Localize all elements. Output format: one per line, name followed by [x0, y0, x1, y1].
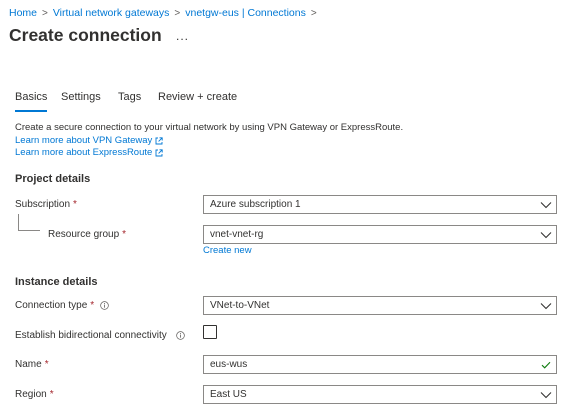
info-icon[interactable] [100, 301, 109, 310]
resource-group-label-text: Resource group [48, 229, 120, 240]
chevron-down-icon [540, 231, 552, 238]
required-marker: * [49, 389, 54, 400]
resource-group-label: Resource group * [48, 229, 126, 240]
breadcrumb-separator: > [174, 7, 181, 19]
tab-tags[interactable]: Tags [118, 90, 141, 112]
project-details-heading: Project details [15, 173, 91, 185]
name-value: eus-wus [210, 359, 248, 370]
connection-type-value: VNet-to-VNet [210, 300, 270, 311]
region-label: Region * [15, 389, 54, 400]
name-label-text: Name [15, 359, 42, 370]
tab-basics[interactable]: Basics [15, 90, 48, 112]
breadcrumb: Home > Virtual network gateways > vnetgw… [9, 5, 322, 21]
more-options-button[interactable]: ... [176, 29, 189, 43]
breadcrumb-separator: > [310, 7, 317, 19]
info-icon[interactable] [176, 331, 185, 340]
name-input[interactable]: eus-wus [203, 355, 557, 374]
resource-group-select[interactable]: vnet-vnet-rg [203, 225, 557, 244]
breadcrumb-virtual-network-gateways[interactable]: Virtual network gateways [53, 7, 170, 19]
learn-more-vpn-gateway-link[interactable]: Learn more about VPN Gateway [15, 135, 163, 146]
subscription-label-text: Subscription [15, 199, 71, 210]
learn-more-expressroute-label: Learn more about ExpressRoute [15, 147, 153, 158]
breadcrumb-home[interactable]: Home [9, 7, 37, 19]
create-new-resource-group-link[interactable]: Create new [203, 245, 252, 256]
bidirectional-connectivity-label: Establish bidirectional connectivity [15, 330, 185, 341]
required-marker: * [90, 300, 95, 311]
region-select[interactable]: East US [203, 385, 557, 404]
required-marker: * [73, 199, 77, 210]
tab-settings[interactable]: Settings [61, 90, 101, 112]
subscription-label: Subscription * [15, 199, 77, 210]
bidirectional-connectivity-checkbox[interactable] [203, 325, 217, 339]
region-value: East US [210, 389, 247, 400]
instance-details-heading: Instance details [15, 276, 98, 288]
breadcrumb-separator: > [42, 7, 48, 19]
connection-type-select[interactable]: VNet-to-VNet [203, 296, 557, 315]
required-marker: * [122, 229, 127, 240]
tree-connector-line [18, 214, 40, 231]
chevron-down-icon [540, 391, 552, 398]
page-title: Create connection [9, 25, 162, 45]
required-marker: * [44, 359, 49, 370]
tab-review-create[interactable]: Review + create [158, 90, 237, 112]
intro-text: Create a secure connection to your virtu… [15, 122, 404, 133]
external-link-icon [155, 136, 163, 144]
connection-type-label: Connection type * [15, 300, 109, 311]
subscription-select[interactable]: Azure subscription 1 [203, 195, 557, 214]
chevron-down-icon [540, 302, 552, 309]
chevron-down-icon [540, 201, 552, 208]
learn-more-vpn-gateway-label: Learn more about VPN Gateway [15, 135, 153, 146]
bidirectional-connectivity-label-text: Establish bidirectional connectivity [15, 330, 167, 341]
breadcrumb-gateway-connections[interactable]: vnetgw-eus | Connections [185, 7, 306, 19]
subscription-value: Azure subscription 1 [210, 199, 301, 210]
external-link-icon [155, 148, 163, 156]
connection-type-label-text: Connection type [15, 300, 88, 311]
resource-group-value: vnet-vnet-rg [210, 229, 264, 240]
learn-more-expressroute-link[interactable]: Learn more about ExpressRoute [15, 147, 163, 158]
region-label-text: Region [15, 389, 47, 400]
checkmark-icon [541, 361, 551, 369]
name-label: Name * [15, 359, 49, 370]
